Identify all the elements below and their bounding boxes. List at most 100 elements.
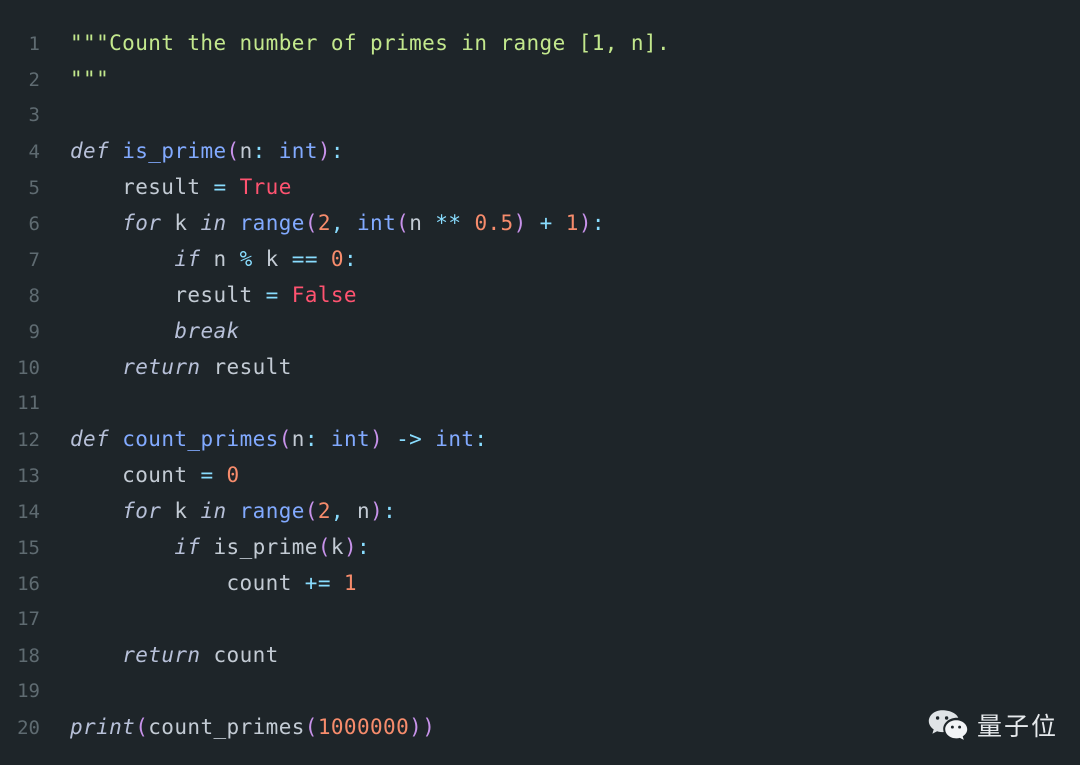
code-line[interactable]: 3: [0, 97, 1080, 133]
code-line[interactable]: 9 break: [0, 313, 1080, 349]
code-line-text: def is_prime(n: int):: [70, 133, 344, 169]
code-token: 2: [317, 499, 331, 523]
code-token: for: [122, 211, 162, 235]
code-token: =: [200, 463, 214, 487]
code-line-text: """: [70, 61, 109, 97]
code-line[interactable]: 20 print(count_primes(1000000)): [0, 709, 1080, 745]
code-token: if: [174, 247, 201, 271]
code-token: count_primes: [148, 715, 305, 739]
code-line-text: return result: [70, 349, 292, 385]
code-line[interactable]: 7 if n % k == 0:: [0, 241, 1080, 277]
code-token: in: [200, 499, 227, 523]
code-line-text: result = False: [70, 277, 357, 313]
code-token: is_prime: [200, 535, 318, 559]
line-number: 5: [28, 177, 40, 199]
code-token: +: [539, 211, 553, 235]
code-token: in: [200, 211, 227, 235]
code-line[interactable]: 13 count = 0: [0, 457, 1080, 493]
line-number: 16: [17, 573, 40, 595]
code-token: 2: [317, 211, 331, 235]
code-line[interactable]: 11: [0, 385, 1080, 421]
code-line[interactable]: 16 count += 1: [0, 565, 1080, 601]
code-token: ,: [330, 211, 344, 235]
code-token: range: [239, 499, 305, 523]
line-number: 7: [28, 249, 40, 271]
code-token: int: [330, 427, 371, 451]
code-line-text: if n % k == 0:: [70, 241, 357, 277]
code-line-text: break: [70, 313, 240, 349]
line-number: 17: [17, 608, 40, 630]
code-line[interactable]: 10 return result: [0, 349, 1080, 385]
code-token: n: [200, 247, 240, 271]
code-token: 0: [330, 247, 344, 271]
code-token: k: [330, 535, 344, 559]
code-token: (: [304, 211, 318, 235]
code-line[interactable]: 14 for k in range(2, n):: [0, 493, 1080, 529]
code-token: %: [239, 247, 253, 271]
code-token: int: [278, 139, 318, 163]
code-line[interactable]: 17: [0, 601, 1080, 637]
code-token: 0: [226, 463, 240, 487]
code-line[interactable]: 12 def count_primes(n: int) -> int:: [0, 421, 1080, 457]
code-line-text: count = 0: [70, 457, 240, 493]
code-token: range: [239, 211, 305, 235]
code-token: (: [396, 211, 410, 235]
line-number: 11: [17, 392, 40, 414]
code-token: ): [370, 499, 384, 523]
code-token: count: [70, 571, 305, 595]
code-line-text: print(count_primes(1000000)): [70, 709, 435, 745]
code-token: ): [370, 427, 384, 451]
code-line[interactable]: 8 result = False: [0, 277, 1080, 313]
code-line[interactable]: 2 """: [0, 61, 1080, 97]
code-token: False: [291, 283, 357, 307]
code-token: is_prime: [122, 139, 227, 163]
line-number: 9: [28, 321, 40, 343]
code-token: 1000000: [317, 715, 410, 739]
line-number: 1: [28, 33, 40, 55]
code-token: def: [70, 139, 110, 163]
code-token: :: [383, 499, 397, 523]
code-token: (: [304, 715, 318, 739]
code-token: n: [343, 499, 371, 523]
code-token: ==: [291, 247, 318, 271]
code-token: :: [591, 211, 605, 235]
code-line[interactable]: 6 for k in range(2, int(n ** 0.5) + 1):: [0, 205, 1080, 241]
code-token: ): [422, 715, 436, 739]
code-line[interactable]: 5 result = True: [0, 169, 1080, 205]
code-line-text: for k in range(2, int(n ** 0.5) + 1):: [70, 205, 605, 241]
line-number: 15: [17, 537, 40, 559]
code-token: :: [304, 427, 318, 451]
code-token: n: [409, 211, 436, 235]
code-line[interactable]: 18 return count: [0, 637, 1080, 673]
code-token: =: [265, 283, 279, 307]
code-line[interactable]: 15 if is_prime(k):: [0, 529, 1080, 565]
code-line[interactable]: 4 def is_prime(n: int):: [0, 133, 1080, 169]
line-number: 6: [28, 213, 40, 235]
code-token: (: [278, 427, 292, 451]
code-token: :: [330, 139, 344, 163]
code-editor-area[interactable]: 1 """Count the number of primes in range …: [0, 0, 1080, 745]
code-line-text: return count: [70, 637, 279, 673]
code-line[interactable]: 1 """Count the number of primes in range …: [0, 25, 1080, 61]
line-number: 3: [28, 104, 40, 126]
code-line[interactable]: 19: [0, 673, 1080, 709]
code-token: ->: [396, 427, 423, 451]
line-number: 14: [17, 501, 40, 523]
code-token: (: [304, 499, 318, 523]
